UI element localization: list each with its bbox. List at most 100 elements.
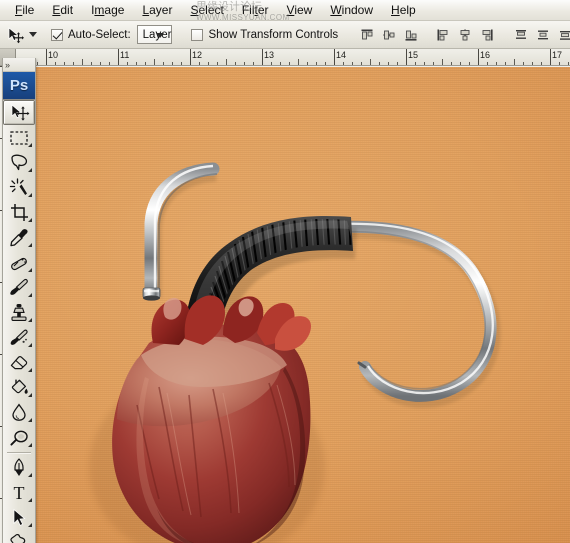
document-canvas[interactable] — [17, 67, 570, 543]
ruler-tick-minor — [82, 59, 83, 65]
ruler-tick-minor — [325, 62, 326, 65]
ruler-tick-minor — [109, 62, 110, 65]
ruler-tick-minor — [460, 62, 461, 65]
ruler-tick-minor — [388, 62, 389, 65]
align-bottom-edges-icon[interactable] — [401, 25, 421, 45]
ruler-tick-major — [550, 49, 551, 65]
ruler-tick-major — [262, 49, 263, 65]
menu-item-filter[interactable]: Filter — [233, 1, 278, 20]
ruler-tick-minor — [280, 62, 281, 65]
ruler-tick-major — [478, 49, 479, 65]
tool-eyedropper[interactable] — [3, 225, 35, 250]
distribute-group — [511, 25, 570, 45]
show-transform-controls-checkbox[interactable] — [191, 28, 204, 41]
menu-item-window[interactable]: Window — [321, 1, 382, 20]
ruler-tick-minor — [64, 62, 65, 65]
tool-path-selection[interactable] — [3, 505, 35, 530]
tool-move[interactable] — [3, 100, 35, 125]
ruler-tick-minor — [361, 62, 362, 65]
tool-brush[interactable] — [3, 275, 35, 300]
photoshop-logo: Ps — [3, 72, 35, 100]
auto-select-chevron-down-icon — [156, 33, 165, 38]
align-horizontal-centers-icon[interactable] — [455, 25, 475, 45]
tool-clone-stamp[interactable] — [3, 300, 35, 325]
menu-item-image[interactable]: Image — [82, 1, 133, 20]
menu-item-help[interactable]: Help — [382, 1, 425, 20]
ruler-tick-minor — [487, 62, 488, 65]
flyout-triangle-icon — [28, 168, 32, 172]
tool-crop[interactable] — [3, 200, 35, 225]
align-right-edges-icon[interactable] — [477, 25, 497, 45]
ruler-tick-minor — [307, 62, 308, 65]
distribute-bottom-edges-icon[interactable] — [555, 25, 570, 45]
ruler-tick-minor — [397, 62, 398, 65]
ruler-tick-minor — [298, 59, 299, 65]
tool-lasso[interactable] — [3, 150, 35, 175]
ruler-tick-minor — [505, 62, 506, 65]
toolbox-collapse-handle[interactable]: » — [3, 58, 35, 72]
tool-rectangular-marquee[interactable] — [3, 125, 35, 150]
ruler-tick-major — [118, 49, 119, 65]
auto-select-dropdown[interactable]: Layer — [136, 25, 173, 44]
distribute-vertical-centers-icon[interactable] — [533, 25, 553, 45]
ruler-tick-minor — [91, 62, 92, 65]
flyout-triangle-icon — [28, 193, 32, 197]
ruler-tick-minor — [568, 62, 569, 65]
flyout-triangle-icon — [28, 418, 32, 422]
flyout-triangle-icon — [28, 523, 32, 527]
tool-preset-chevron-down-icon[interactable] — [29, 32, 37, 37]
flyout-triangle-icon — [28, 268, 32, 272]
ruler-tick-minor — [127, 62, 128, 65]
ruler-tick-minor — [73, 62, 74, 65]
ruler-tick-minor — [424, 62, 425, 65]
tool-type[interactable]: T — [3, 480, 35, 505]
ruler-tick-major — [406, 49, 407, 65]
tool-pen[interactable] — [3, 455, 35, 480]
ruler-tick-minor — [370, 59, 371, 65]
ruler-tick-minor — [442, 59, 443, 65]
flyout-triangle-icon — [28, 343, 32, 347]
ruler-tick-minor — [226, 59, 227, 65]
tool-paint-bucket[interactable] — [3, 375, 35, 400]
tool-healing-brush[interactable] — [3, 250, 35, 275]
ruler-label: 15 — [408, 50, 419, 60]
photoshop-window: FFileile Edit Image Layer Select Filter … — [0, 0, 570, 543]
distribute-top-edges-icon[interactable] — [511, 25, 531, 45]
tool-custom-shape[interactable] — [3, 530, 35, 543]
align-top-edges-icon[interactable] — [357, 25, 377, 45]
flyout-triangle-icon — [28, 293, 32, 297]
ruler-label: 16 — [480, 50, 491, 60]
horizontal-ruler[interactable]: 10 11 12 13 14 15 16 17 — [0, 49, 570, 66]
ruler-tick-minor — [496, 62, 497, 65]
ruler-tick-minor — [145, 62, 146, 65]
toolbox-divider-1 — [7, 452, 31, 453]
ruler-label: 11 — [120, 50, 130, 60]
ruler-tick-major — [334, 49, 335, 65]
ruler-tick-minor — [253, 62, 254, 65]
active-tool-preview-icon[interactable] — [6, 24, 24, 46]
chrome-hook-right — [329, 220, 501, 408]
ruler-tick-minor — [316, 62, 317, 65]
align-left-edges-icon[interactable] — [433, 25, 453, 45]
align-vertical-centers-icon[interactable] — [379, 25, 399, 45]
tool-options-bar: Auto-Select: Layer Show Transform Contro… — [0, 21, 570, 49]
menu-item-edit[interactable]: Edit — [43, 1, 82, 20]
tool-eraser[interactable] — [3, 350, 35, 375]
menu-item-select[interactable]: Select — [181, 1, 232, 20]
auto-select-checkbox[interactable] — [51, 28, 63, 41]
ruler-tick-minor — [235, 62, 236, 65]
tool-dodge[interactable] — [3, 425, 35, 450]
flyout-triangle-icon — [28, 498, 32, 502]
ruler-label: 17 — [552, 50, 563, 60]
ruler-tick-minor — [37, 62, 38, 65]
tool-blur[interactable] — [3, 400, 35, 425]
align-group-horizontal — [433, 25, 497, 45]
ruler-tick-minor — [415, 62, 416, 65]
ruler-tick-minor — [181, 62, 182, 65]
menu-item-view[interactable]: View — [278, 1, 322, 20]
tool-magic-wand[interactable] — [3, 175, 35, 200]
ruler-tick-minor — [244, 62, 245, 65]
tool-history-brush[interactable] — [3, 325, 35, 350]
menu-item-layer[interactable]: Layer — [133, 1, 181, 20]
menu-item-file[interactable]: FFileile — [6, 1, 43, 20]
